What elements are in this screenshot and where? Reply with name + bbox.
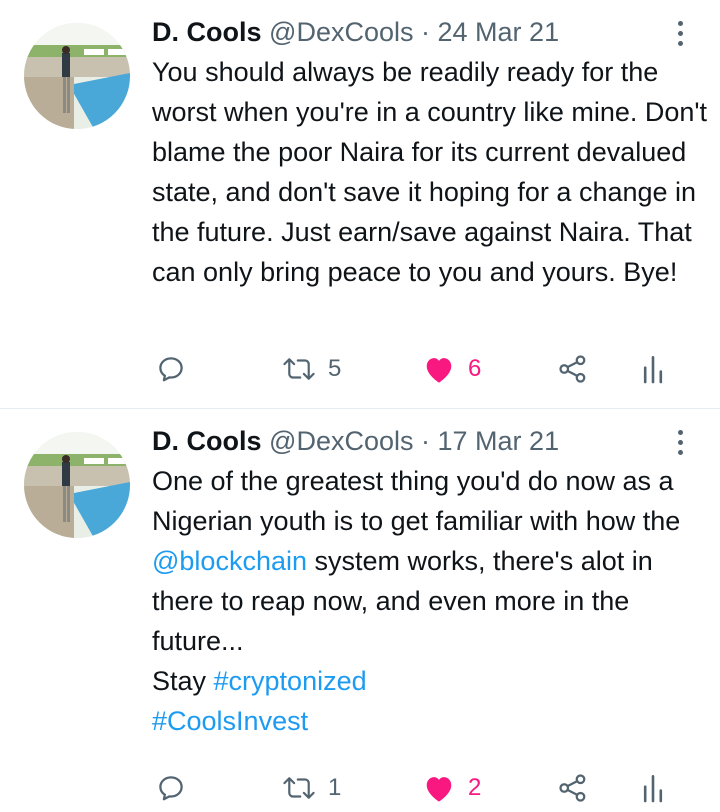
like-button[interactable]: 6 — [422, 349, 481, 389]
heart-icon — [426, 777, 452, 802]
tweet-header: D. Cools @DexCools · 24 Mar 21 — [152, 14, 660, 50]
retweet-icon — [283, 777, 315, 799]
more-icon[interactable] — [666, 16, 694, 50]
reply-button[interactable] — [156, 768, 186, 808]
analytics-button[interactable] — [640, 349, 666, 389]
reply-button[interactable] — [156, 349, 186, 389]
tweet-date[interactable]: 24 Mar 21 — [438, 17, 560, 47]
hashtag-link[interactable]: #CoolsInvest — [152, 706, 308, 736]
tweet-date[interactable]: 17 Mar 21 — [438, 426, 560, 456]
analytics-icon — [643, 355, 663, 384]
reply-icon — [159, 776, 183, 801]
author-name[interactable]: D. Cools — [152, 17, 262, 47]
tweet-text: One of the greatest thing you'd do now a… — [152, 461, 712, 741]
like-count: 6 — [468, 355, 482, 382]
hashtag-link[interactable]: #cryptonized — [214, 666, 367, 696]
tweet[interactable]: D. Cools @DexCools · 24 Mar 21 You shoul… — [0, 0, 720, 409]
retweet-button[interactable]: 1 — [282, 768, 341, 808]
author-handle[interactable]: @DexCools — [269, 426, 413, 456]
reply-icon — [159, 357, 183, 382]
avatar[interactable] — [24, 23, 130, 129]
avatar-image — [24, 23, 130, 129]
more-icon[interactable] — [666, 425, 694, 459]
tweet[interactable]: D. Cools @DexCools · 17 Mar 21 One of th… — [0, 409, 720, 812]
author-handle[interactable]: @DexCools — [269, 17, 413, 47]
separator: · — [421, 17, 430, 47]
retweet-count: 5 — [328, 355, 342, 382]
tweet-actions: 1 2 — [152, 768, 700, 808]
avatar-image — [24, 432, 130, 538]
share-icon — [559, 774, 586, 802]
retweet-icon — [283, 358, 315, 380]
share-button[interactable] — [556, 768, 590, 808]
share-button[interactable] — [556, 349, 590, 389]
like-button[interactable]: 2 — [422, 768, 481, 808]
avatar[interactable] — [24, 432, 130, 538]
retweet-count: 1 — [328, 774, 342, 801]
tweet-header: D. Cools @DexCools · 17 Mar 21 — [152, 423, 660, 459]
tweet-actions: 5 6 — [152, 349, 700, 389]
share-icon — [559, 355, 586, 383]
retweet-button[interactable]: 5 — [282, 349, 341, 389]
tweet-text: You should always be readily ready for t… — [152, 57, 715, 287]
analytics-icon — [643, 775, 663, 803]
author-name[interactable]: D. Cools — [152, 426, 262, 456]
mention-link[interactable]: @blockchain — [152, 546, 307, 576]
tweet-text-part: One of the greatest thing you'd do now a… — [152, 466, 688, 536]
analytics-button[interactable] — [640, 768, 666, 808]
heart-icon — [426, 358, 452, 383]
separator: · — [421, 426, 430, 456]
like-count: 2 — [468, 774, 482, 801]
